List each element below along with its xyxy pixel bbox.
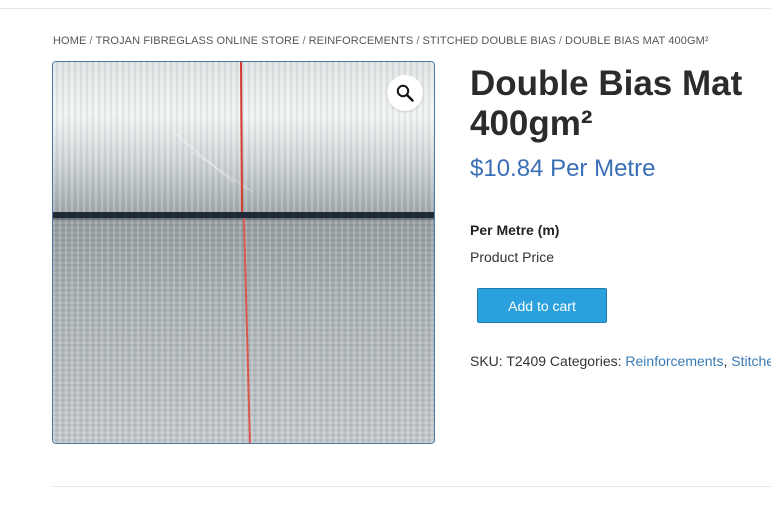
breadcrumb-separator: / xyxy=(302,35,306,47)
breadcrumb-home[interactable]: HOME xyxy=(53,35,86,47)
add-to-cart-button[interactable]: Add to cart xyxy=(477,288,607,323)
zoom-button[interactable] xyxy=(387,75,423,111)
breadcrumb-stitched-double-bias[interactable]: STITCHED DOUBLE BIAS xyxy=(422,35,555,47)
variation-label: Per Metre (m) xyxy=(470,222,560,238)
sku-label: SKU: xyxy=(470,353,503,369)
fibreglass-mat-image xyxy=(53,62,434,443)
header-divider xyxy=(0,8,771,9)
product-price: $10.84 Per Metre xyxy=(470,155,656,182)
product-price-label: Product Price xyxy=(470,249,555,265)
breadcrumb-separator: / xyxy=(416,35,420,47)
breadcrumb-separator: / xyxy=(89,35,93,47)
breadcrumb-reinforcements[interactable]: REINFORCEMENTS xyxy=(309,35,414,47)
product-image[interactable] xyxy=(52,61,435,444)
product-meta: SKU: T2409 Categories: Reinforcements, S… xyxy=(470,353,771,369)
breadcrumb-store[interactable]: TROJAN FIBREGLASS ONLINE STORE xyxy=(96,35,300,47)
breadcrumb-separator: / xyxy=(558,35,563,47)
category-link-reinforcements[interactable]: Reinforcements xyxy=(625,353,723,369)
sku-value: T2409 xyxy=(506,353,547,369)
category-separator: , xyxy=(723,353,728,369)
magnifier-icon xyxy=(396,84,414,102)
product-title: Double Bias Mat 400gm² xyxy=(470,64,743,143)
categories-label: Categories: xyxy=(549,353,622,369)
breadcrumb-current: DOUBLE BIAS MAT 400GM² xyxy=(565,35,709,47)
section-divider xyxy=(52,486,771,487)
breadcrumb: HOME / TROJAN FIBREGLASS ONLINE STORE / REIN… xyxy=(53,35,709,47)
category-link-stitched[interactable]: Stitched xyxy=(731,353,771,369)
